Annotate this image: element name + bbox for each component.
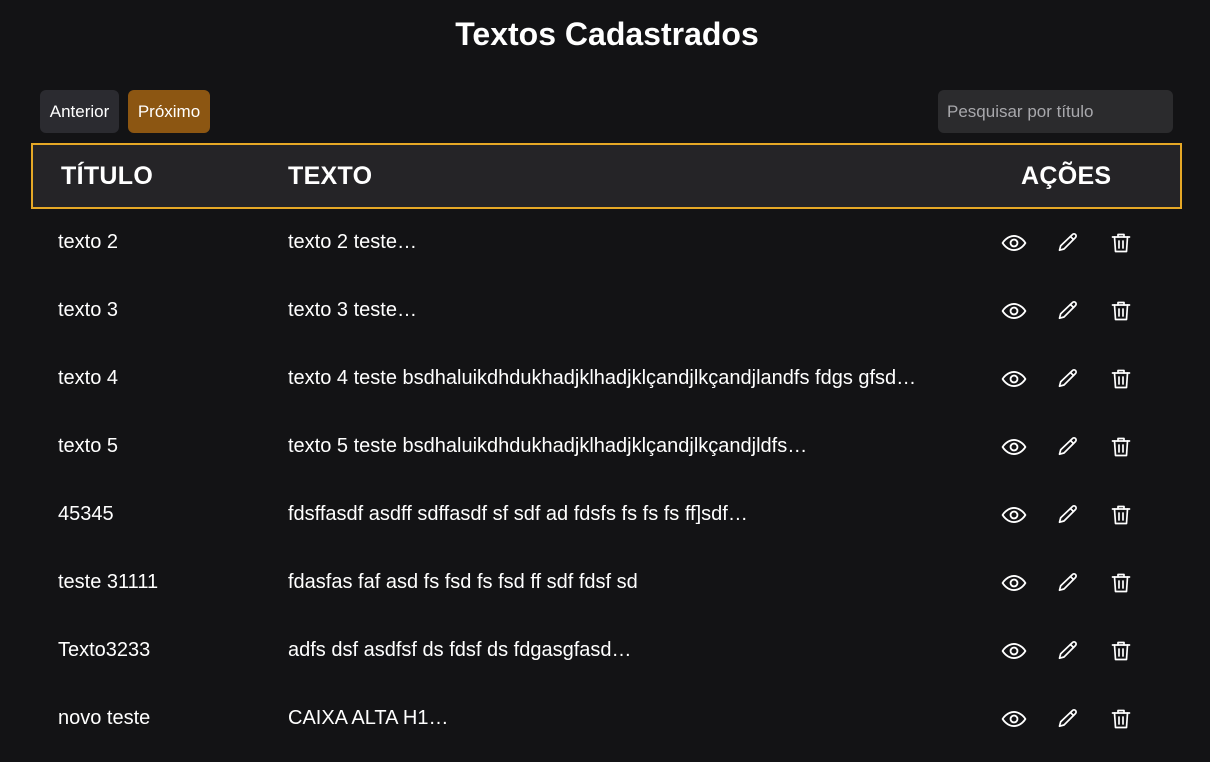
table-row: texto 2 texto 2 teste… xyxy=(31,209,1182,277)
pencil-icon[interactable] xyxy=(1054,365,1082,393)
pencil-icon[interactable] xyxy=(1054,297,1082,325)
table-body: texto 2 texto 2 teste… texto 3 texto 3 t… xyxy=(31,209,1182,753)
row-title: texto 3 xyxy=(58,299,119,321)
row-title: texto 2 xyxy=(58,231,119,253)
row-title: novo teste xyxy=(58,707,151,729)
row-title: texto 5 xyxy=(58,435,119,457)
pencil-icon[interactable] xyxy=(1054,433,1082,461)
trash-icon[interactable] xyxy=(1107,229,1135,257)
table-row: texto 3 texto 3 teste… xyxy=(31,277,1182,345)
pencil-icon[interactable] xyxy=(1054,569,1082,597)
next-page-button[interactable]: Próximo xyxy=(128,90,210,133)
pencil-icon[interactable] xyxy=(1054,229,1082,257)
page-title: Textos Cadastrados xyxy=(455,16,759,52)
eye-icon[interactable] xyxy=(1000,637,1028,665)
trash-icon[interactable] xyxy=(1107,365,1135,393)
trash-icon[interactable] xyxy=(1107,637,1135,665)
eye-icon[interactable] xyxy=(1000,433,1028,461)
row-text: fdasfas faf asd fs fsd fs fsd ff sdf fds… xyxy=(288,571,638,593)
search-input[interactable] xyxy=(938,90,1173,133)
row-text: fdsffasdf asdff sdffasdf sf sdf ad fdsfs… xyxy=(288,503,748,525)
table-header: TÍTULO TEXTO AÇÕES xyxy=(31,143,1182,209)
table-row: teste 31111 fdasfas faf asd fs fsd fs fs… xyxy=(31,549,1182,617)
pencil-icon[interactable] xyxy=(1054,501,1082,529)
column-header-text: TEXTO xyxy=(288,162,373,190)
eye-icon[interactable] xyxy=(1000,365,1028,393)
row-text: adfs dsf asdfsf ds fdsf ds fdgasgfasd… xyxy=(288,639,632,661)
texts-table: TÍTULO TEXTO AÇÕES texto 2 texto 2 teste… xyxy=(31,143,1182,753)
row-title: teste 31111 xyxy=(58,571,159,593)
row-text: texto 2 teste… xyxy=(288,231,417,253)
eye-icon[interactable] xyxy=(1000,705,1028,733)
previous-page-button[interactable]: Anterior xyxy=(40,90,119,133)
trash-icon[interactable] xyxy=(1107,501,1135,529)
pencil-icon[interactable] xyxy=(1054,637,1082,665)
table-row: novo teste CAIXA ALTA H1… xyxy=(31,685,1182,753)
row-text: texto 3 teste… xyxy=(288,299,417,321)
trash-icon[interactable] xyxy=(1107,433,1135,461)
eye-icon[interactable] xyxy=(1000,569,1028,597)
table-row: 45345 fdsffasdf asdff sdffasdf sf sdf ad… xyxy=(31,481,1182,549)
row-title: texto 4 xyxy=(58,367,119,389)
trash-icon[interactable] xyxy=(1107,705,1135,733)
table-row: texto 5 texto 5 teste bsdhaluikdhdukhadj… xyxy=(31,413,1182,481)
trash-icon[interactable] xyxy=(1107,569,1135,597)
row-text: texto 4 teste bsdhaluikdhdukhadjklhadjkl… xyxy=(288,367,917,389)
eye-icon[interactable] xyxy=(1000,229,1028,257)
column-header-title: TÍTULO xyxy=(61,162,154,190)
row-text: texto 5 teste bsdhaluikdhdukhadjklhadjkl… xyxy=(288,435,808,457)
trash-icon[interactable] xyxy=(1107,297,1135,325)
row-title: 45345 xyxy=(58,503,114,525)
table-row: Texto3233 adfs dsf asdfsf ds fdsf ds fdg… xyxy=(31,617,1182,685)
pencil-icon[interactable] xyxy=(1054,705,1082,733)
eye-icon[interactable] xyxy=(1000,501,1028,529)
column-header-actions: AÇÕES xyxy=(1021,162,1112,190)
eye-icon[interactable] xyxy=(1000,297,1028,325)
row-title: Texto3233 xyxy=(58,639,151,661)
table-row: texto 4 texto 4 teste bsdhaluikdhdukhadj… xyxy=(31,345,1182,413)
row-text: CAIXA ALTA H1… xyxy=(288,707,449,729)
